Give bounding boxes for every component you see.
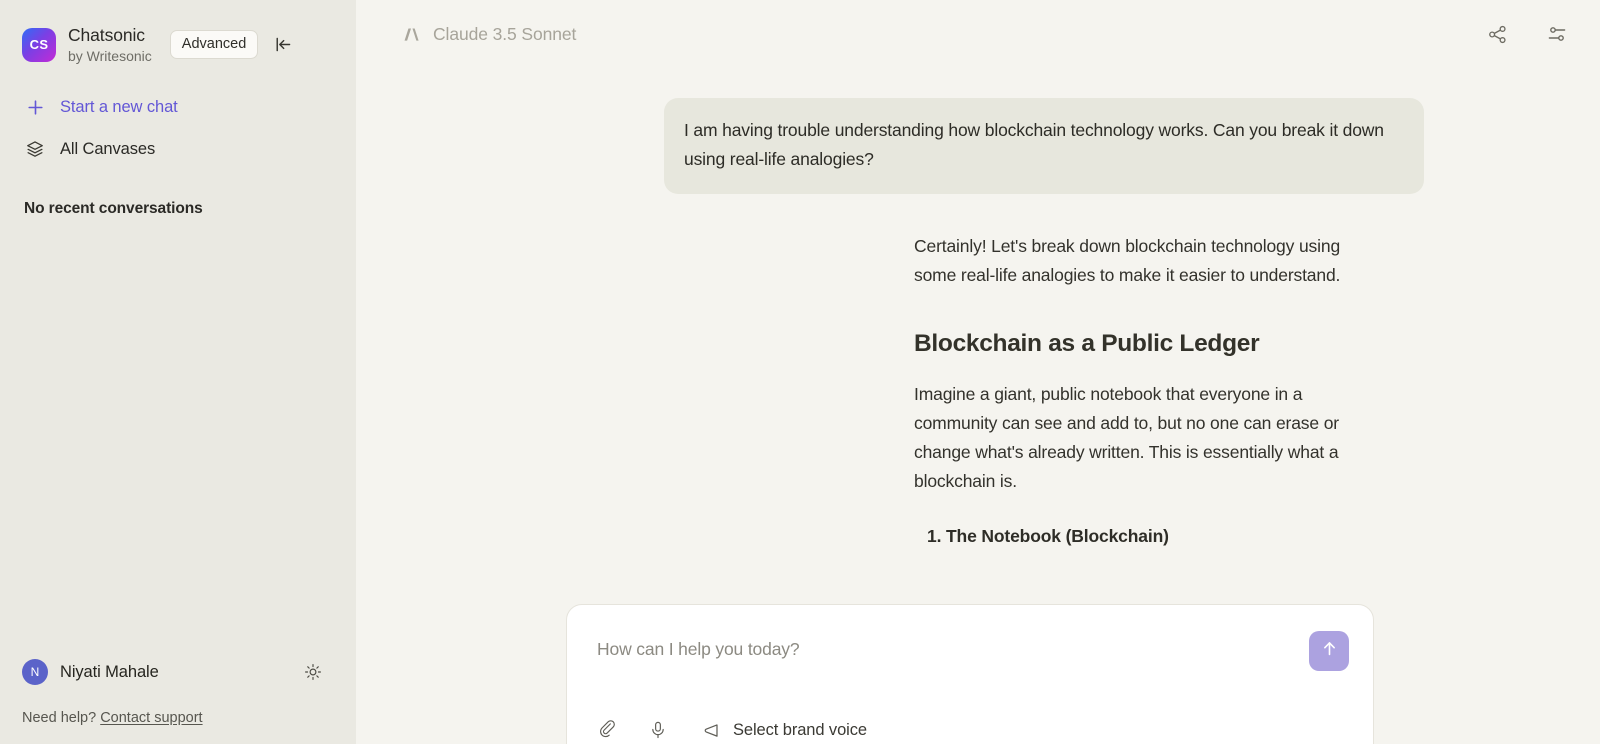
sidebar-footer: N Niyati Mahale Need help? Contact suppo… <box>0 650 356 744</box>
sidebar-item-start-new-chat[interactable]: Start a new chat <box>0 86 356 128</box>
sidebar-item-label: Start a new chat <box>60 97 178 116</box>
sidebar-header: CS Chatsonic by Writesonic Advanced <box>0 0 356 72</box>
megaphone-icon <box>699 719 721 741</box>
main-panel: Claude 3.5 Sonnet I am having trouble un… <box>356 0 1600 744</box>
message-input[interactable]: How can I help you today? <box>597 631 1309 660</box>
help-prefix-label: Need help? <box>22 710 97 726</box>
sun-icon[interactable] <box>302 661 324 683</box>
message-composer: How can I help you today? Select brand v… <box>566 604 1374 744</box>
collapse-sidebar-icon[interactable] <box>272 34 294 56</box>
user-message-row: I am having trouble understanding how bl… <box>356 98 1600 194</box>
conversation-thread: I am having trouble understanding how bl… <box>356 68 1600 550</box>
sidebar-nav: Start a new chat All Canvases <box>0 72 356 170</box>
layers-icon <box>24 138 46 160</box>
assistant-intro-paragraph: Certainly! Let's break down blockchain t… <box>914 235 1341 285</box>
anthropic-logo-icon <box>400 26 421 43</box>
sidebar-item-label: All Canvases <box>60 139 156 158</box>
model-selector[interactable]: Claude 3.5 Sonnet <box>400 24 576 45</box>
select-brand-voice-button[interactable]: Select brand voice <box>699 719 867 741</box>
list-item: The Notebook (Blockchain) <box>946 522 1370 550</box>
chatsonic-logo-icon: CS <box>22 27 56 62</box>
assistant-ordered-list: The Notebook (Blockchain) <box>914 522 1370 550</box>
settings-sliders-icon[interactable] <box>1544 21 1570 47</box>
assistant-message: Certainly! Let's break down blockchain t… <box>356 194 1600 550</box>
composer-input-row: How can I help you today? <box>597 631 1349 671</box>
model-name-label: Claude 3.5 Sonnet <box>433 23 577 44</box>
brand-title: Chatsonic <box>68 25 145 46</box>
top-bar: Claude 3.5 Sonnet <box>356 0 1600 68</box>
brand-block: Chatsonic by Writesonic <box>68 25 152 63</box>
logo-mark-text: CS <box>29 37 49 52</box>
brand-subtitle: by Writesonic <box>68 47 152 64</box>
avatar-initial: N <box>30 665 40 679</box>
user-name: Niyati Mahale <box>60 662 159 681</box>
assistant-body-paragraph: Imagine a giant, public notebook that ev… <box>914 383 1339 491</box>
sidebar: CS Chatsonic by Writesonic Advanced Star… <box>0 0 356 744</box>
top-bar-actions <box>1484 21 1570 47</box>
avatar: N <box>22 659 48 685</box>
user-profile-row[interactable]: N Niyati Mahale <box>22 650 336 694</box>
plan-badge[interactable]: Advanced <box>169 30 259 59</box>
sidebar-item-all-canvases[interactable]: All Canvases <box>0 128 356 170</box>
contact-support-link[interactable]: Contact support <box>100 710 202 726</box>
composer-toolbar: Select brand voice <box>597 719 1349 741</box>
attachment-icon[interactable] <box>597 719 619 741</box>
plus-icon <box>24 96 46 118</box>
no-recent-conversations-text: No recent conversations <box>24 200 203 217</box>
send-button[interactable] <box>1309 631 1349 671</box>
arrow-up-icon <box>1320 639 1339 663</box>
user-message-bubble: I am having trouble understanding how bl… <box>664 98 1424 194</box>
help-row: Need help? Contact support <box>22 710 336 726</box>
assistant-heading: Blockchain as a Public Ledger <box>914 329 1260 357</box>
app-root: CS Chatsonic by Writesonic Advanced Star… <box>0 0 1600 744</box>
select-brand-voice-label: Select brand voice <box>733 720 867 739</box>
share-icon[interactable] <box>1484 21 1510 47</box>
microphone-icon[interactable] <box>647 719 669 741</box>
